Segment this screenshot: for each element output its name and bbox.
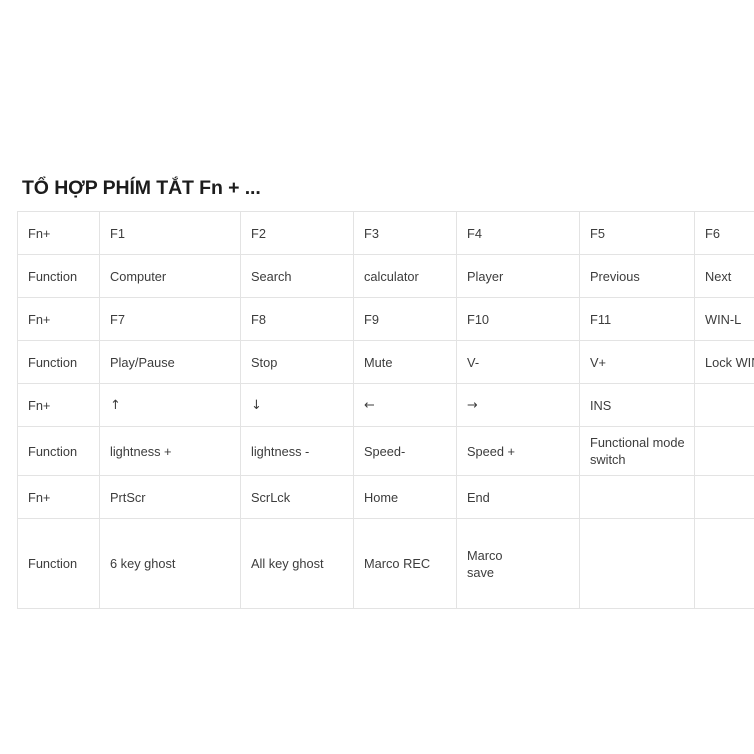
table-cell: Computer: [99, 254, 241, 298]
table-cell: [694, 475, 754, 519]
table-cell: calculator: [353, 254, 457, 298]
arrow-left-icon: ←: [353, 383, 457, 427]
table-cell: End: [456, 475, 580, 519]
table-row: Function Computer Search calculator Play…: [17, 254, 754, 298]
table-cell: Next: [694, 254, 754, 298]
table-cell: F3: [353, 211, 457, 255]
table-cell: All key ghost: [240, 518, 354, 609]
table-row: Fn+ F1 F2 F3 F4 F5 F6: [17, 211, 754, 255]
table-cell: V+: [579, 340, 695, 384]
table-row: Function 6 key ghost All key ghost Marco…: [17, 518, 754, 609]
table-row: Fn+ ↑ ↓ ← → INS: [17, 383, 754, 427]
table-cell: Functional mode switch: [579, 426, 695, 476]
table-cell: F9: [353, 297, 457, 341]
table-cell: [694, 383, 754, 427]
table-cell: INS: [579, 383, 695, 427]
table-cell: [579, 518, 695, 609]
table-cell: WIN-L: [694, 297, 754, 341]
table-cell: Function: [17, 518, 100, 609]
table-cell: Mute: [353, 340, 457, 384]
table-cell: F8: [240, 297, 354, 341]
table-row: Fn+ F7 F8 F9 F10 F11 WIN-L: [17, 297, 754, 341]
table-cell: Speed +: [456, 426, 580, 476]
table-cell: V-: [456, 340, 580, 384]
table-cell: Speed-: [353, 426, 457, 476]
table-cell: PrtScr: [99, 475, 241, 519]
table-cell: 6 key ghost: [99, 518, 241, 609]
table-cell: Search: [240, 254, 354, 298]
table-cell: lightness -: [240, 426, 354, 476]
table-cell: Function: [17, 254, 100, 298]
table-cell: Stop: [240, 340, 354, 384]
table-row: Function lightness + lightness - Speed- …: [17, 426, 754, 476]
table-cell: F2: [240, 211, 354, 255]
table-cell: F4: [456, 211, 580, 255]
page-root: TỔ HỢP PHÍM TẮT Fn + ... Fn+ F1 F2 F3 F4…: [0, 0, 754, 754]
fn-shortcut-table: Fn+ F1 F2 F3 F4 F5 F6 Function Computer …: [17, 211, 754, 609]
page-title: TỔ HỢP PHÍM TẮT Fn + ...: [22, 177, 261, 199]
table-cell: Fn+: [17, 211, 100, 255]
arrow-up-icon: ↑: [99, 383, 241, 427]
table-row: Fn+ PrtScr ScrLck Home End: [17, 475, 754, 519]
table-cell: Function: [17, 426, 100, 476]
table-row: Function Play/Pause Stop Mute V- V+ Lock…: [17, 340, 754, 384]
table-cell: Marco REC: [353, 518, 457, 609]
table-cell: F10: [456, 297, 580, 341]
table-cell: F1: [99, 211, 241, 255]
table-cell: Fn+: [17, 383, 100, 427]
table-cell: [694, 518, 754, 609]
table-cell: Play/Pause: [99, 340, 241, 384]
table-cell: Previous: [579, 254, 695, 298]
table-cell: Function: [17, 340, 100, 384]
arrow-down-icon: ↓: [240, 383, 354, 427]
table-cell: Fn+: [17, 297, 100, 341]
arrow-right-icon: →: [456, 383, 580, 427]
table-cell: F5: [579, 211, 695, 255]
table-cell: Lock WIN: [694, 340, 754, 384]
table-cell: F7: [99, 297, 241, 341]
table-cell: [579, 475, 695, 519]
table-cell: ScrLck: [240, 475, 354, 519]
table-cell: [694, 426, 754, 476]
table-cell: Marco save: [456, 518, 580, 609]
table-cell: Fn+: [17, 475, 100, 519]
table-cell: Player: [456, 254, 580, 298]
table-cell: F11: [579, 297, 695, 341]
table-cell: Home: [353, 475, 457, 519]
table-cell: lightness +: [99, 426, 241, 476]
table-cell: F6: [694, 211, 754, 255]
table-body: Fn+ F1 F2 F3 F4 F5 F6 Function Computer …: [17, 211, 754, 609]
